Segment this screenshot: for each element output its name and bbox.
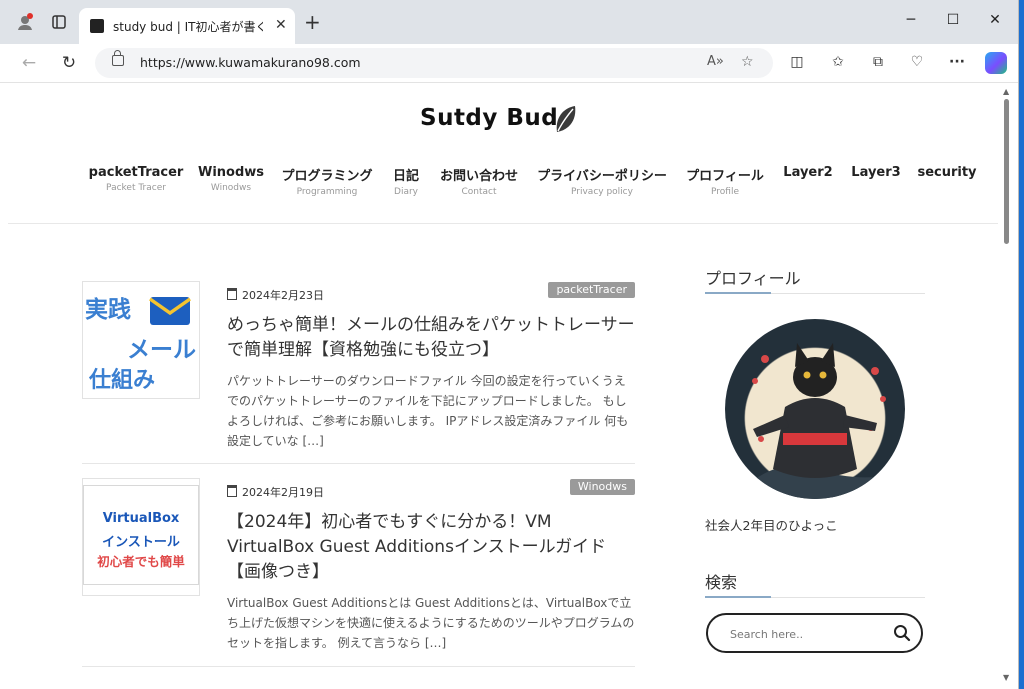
nav-item-winodws[interactable]: Winodws Winodws (198, 165, 264, 193)
category-badge[interactable]: Winodws (569, 479, 635, 495)
title-bar: study bud | IT初心者が書くブログ ✕ + ─ ☐ ✕ (0, 0, 1018, 44)
post-thumbnail[interactable]: 実践 メール 仕組み (82, 281, 200, 399)
thumb-text: インストール (102, 535, 180, 550)
thumb-text: 実践 (85, 297, 131, 323)
url-text[interactable]: https://www.kuwamakurano98.com (140, 55, 361, 70)
lock-icon[interactable] (112, 50, 124, 66)
scroll-down-icon[interactable]: ▼ (1003, 673, 1009, 682)
nav-item-programming[interactable]: プログラミング Programming (281, 165, 372, 197)
split-screen-icon[interactable]: ◫ (787, 54, 807, 70)
post-thumbnail[interactable]: VirtualBox インストール 初心者でも簡単 (82, 478, 200, 596)
close-window-icon[interactable]: ✕ (985, 12, 1005, 28)
web-page: Sutdy Bud packetTracer Packet Tracer Win… (8, 83, 998, 689)
post-title[interactable]: めっちゃ簡単！メールの仕組みをパケットトレーサーで簡単理解【資格勉強にも役立つ】 (227, 313, 637, 363)
collections-icon[interactable]: ⧉ (868, 54, 888, 70)
close-tab-icon[interactable]: ✕ (275, 17, 287, 33)
new-tab-icon[interactable]: + (304, 12, 321, 32)
nav-item-packettracer[interactable]: packetTracer Packet Tracer (89, 165, 184, 193)
post-card[interactable]: VirtualBox インストール 初心者でも簡単 2024年2月19日 Win… (82, 478, 635, 658)
toolbar: ← ↻ https://www.kuwamakurano98.com A» ☆ … (0, 44, 1018, 83)
header-divider (8, 223, 998, 224)
thumb-text: 初心者でも簡単 (97, 554, 185, 569)
calendar-icon (227, 288, 237, 300)
profile-heading: プロフィール (705, 269, 801, 288)
address-bar[interactable]: https://www.kuwamakurano98.com A» ☆ (95, 48, 773, 78)
nav-item-privacy[interactable]: プライバシーポリシー Privacy policy (537, 165, 667, 197)
copilot-icon[interactable] (985, 52, 1007, 74)
search-heading: 検索 (705, 573, 738, 592)
search-box (706, 613, 923, 653)
scroll-up-icon[interactable]: ▲ (1003, 87, 1009, 96)
nav-item-diary[interactable]: 日記 Diary (393, 165, 419, 197)
cat-ninja-image (752, 343, 886, 499)
scroll-thumb[interactable] (1004, 99, 1009, 244)
read-aloud-icon[interactable]: A» (707, 54, 724, 69)
post-date: 2024年2月23日 (227, 287, 324, 303)
page-scrollbar[interactable]: ▲ ▼ (998, 83, 1018, 689)
nav-item-security[interactable]: security (917, 165, 976, 180)
favorite-star-icon[interactable]: ☆ (741, 54, 754, 70)
site-logo[interactable]: Sutdy Bud (420, 105, 558, 131)
post-excerpt: VirtualBox Guest Additionsとは Guest Addit… (227, 596, 635, 650)
profile-text: 社会人2年目のひよっこ (705, 518, 838, 533)
post-card[interactable]: 実践 メール 仕組み 2024年2月23日 packetTracer めっちゃ簡… (82, 281, 635, 461)
tab-title: study bud | IT初心者が書くブログ (113, 20, 263, 34)
nav-item-profile[interactable]: プロフィール Profile (686, 165, 764, 197)
search-input[interactable] (728, 624, 882, 644)
post-excerpt: パケットトレーサーのダウンロードファイル 今回の設定を行っていくうえでのパケット… (227, 374, 629, 448)
nav-item-contact[interactable]: お問い合わせ Contact (440, 165, 518, 197)
profile-icon[interactable] (14, 11, 36, 33)
post-divider (82, 463, 635, 464)
post-title[interactable]: 【2024年】初心者でもすぐに分かる！VM VirtualBox Guest A… (227, 510, 637, 585)
search-icon[interactable] (893, 624, 911, 642)
post-divider (82, 666, 635, 667)
avatar (725, 319, 905, 499)
thumb-text: VirtualBox (102, 511, 180, 526)
category-badge[interactable]: packetTracer (548, 282, 635, 298)
thumb-text: メール (127, 337, 196, 363)
more-menu-icon[interactable]: ··· (947, 54, 967, 70)
favorites-icon[interactable]: ✩ (828, 54, 848, 70)
minimize-icon[interactable]: ─ (901, 12, 921, 28)
calendar-icon (227, 485, 237, 497)
tab-actions-icon[interactable] (48, 11, 70, 33)
post-date: 2024年2月19日 (227, 484, 324, 500)
favicon-icon (90, 19, 104, 33)
back-icon[interactable]: ← (18, 53, 40, 73)
browser-tab[interactable]: study bud | IT初心者が書くブログ ✕ (79, 8, 295, 44)
nav-item-layer3[interactable]: Layer3 (851, 165, 900, 180)
nav-item-layer2[interactable]: Layer2 (783, 165, 832, 180)
global-nav: packetTracer Packet Tracer Winodws Winod… (8, 165, 998, 205)
thumb-text: 仕組み (89, 368, 156, 393)
maximize-icon[interactable]: ☐ (943, 12, 963, 28)
refresh-icon[interactable]: ↻ (58, 53, 80, 73)
envelope-icon (149, 297, 191, 325)
browser-essentials-icon[interactable]: ♡ (907, 54, 927, 70)
heading-accent (705, 292, 771, 294)
heading-accent (705, 596, 771, 598)
leaf-logo-icon (556, 106, 576, 132)
browser-window: study bud | IT初心者が書くブログ ✕ + ─ ☐ ✕ ← ↻ ht… (0, 0, 1019, 689)
